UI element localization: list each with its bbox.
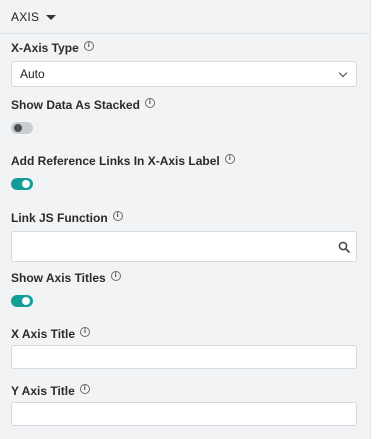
- section-title: AXIS: [11, 9, 40, 24]
- x-axis-type-select[interactable]: Auto: [11, 61, 357, 87]
- info-icon[interactable]: i: [224, 154, 235, 164]
- axis-section-header[interactable]: AXIS: [0, 0, 370, 34]
- x-axis-type-label: X-Axis Type: [11, 41, 79, 55]
- x-axis-type-value: Auto: [20, 67, 45, 81]
- info-icon[interactable]: i: [80, 327, 91, 337]
- caret-down-icon[interactable]: [46, 14, 57, 20]
- show-axis-titles-field: Show Axis Titles i: [11, 270, 359, 307]
- link-js-function-input[interactable]: [11, 231, 357, 262]
- info-icon[interactable]: i: [112, 211, 123, 221]
- show-data-stacked-label: Show Data As Stacked: [11, 98, 140, 112]
- show-axis-titles-label: Show Axis Titles: [11, 271, 106, 285]
- chevron-down-icon: [338, 68, 348, 78]
- y-axis-title-label: Y Axis Title: [11, 384, 75, 398]
- show-axis-titles-toggle[interactable]: [11, 295, 33, 307]
- reference-links-label: Add Reference Links In X-Axis Label: [11, 154, 220, 168]
- search-icon[interactable]: [338, 241, 350, 253]
- x-axis-title-input[interactable]: [11, 345, 357, 369]
- reference-links-toggle[interactable]: [11, 178, 33, 190]
- y-axis-title-input[interactable]: [11, 402, 357, 426]
- info-icon[interactable]: i: [144, 98, 155, 108]
- toggle-knob: [22, 297, 30, 305]
- toggle-knob: [22, 180, 30, 188]
- x-axis-title-field: X Axis Title i: [11, 326, 359, 369]
- show-data-stacked-toggle[interactable]: [11, 122, 33, 134]
- panel-edge: [370, 0, 380, 439]
- x-axis-type-field: X-Axis Type i Auto: [11, 40, 359, 87]
- reference-links-field: Add Reference Links In X-Axis Label i: [11, 153, 359, 190]
- info-icon[interactable]: i: [110, 271, 121, 281]
- info-icon[interactable]: i: [83, 41, 94, 51]
- toggle-knob: [14, 124, 22, 132]
- axis-settings-panel: AXIS X-Axis Type i Auto Show Data As Sta…: [0, 0, 370, 439]
- info-icon[interactable]: i: [79, 384, 90, 394]
- y-axis-title-field: Y Axis Title i: [11, 383, 359, 426]
- link-js-function-field: Link JS Function i: [11, 210, 359, 262]
- show-data-stacked-field: Show Data As Stacked i: [11, 97, 359, 134]
- link-js-function-label: Link JS Function: [11, 211, 108, 225]
- x-axis-title-label: X Axis Title: [11, 327, 76, 341]
